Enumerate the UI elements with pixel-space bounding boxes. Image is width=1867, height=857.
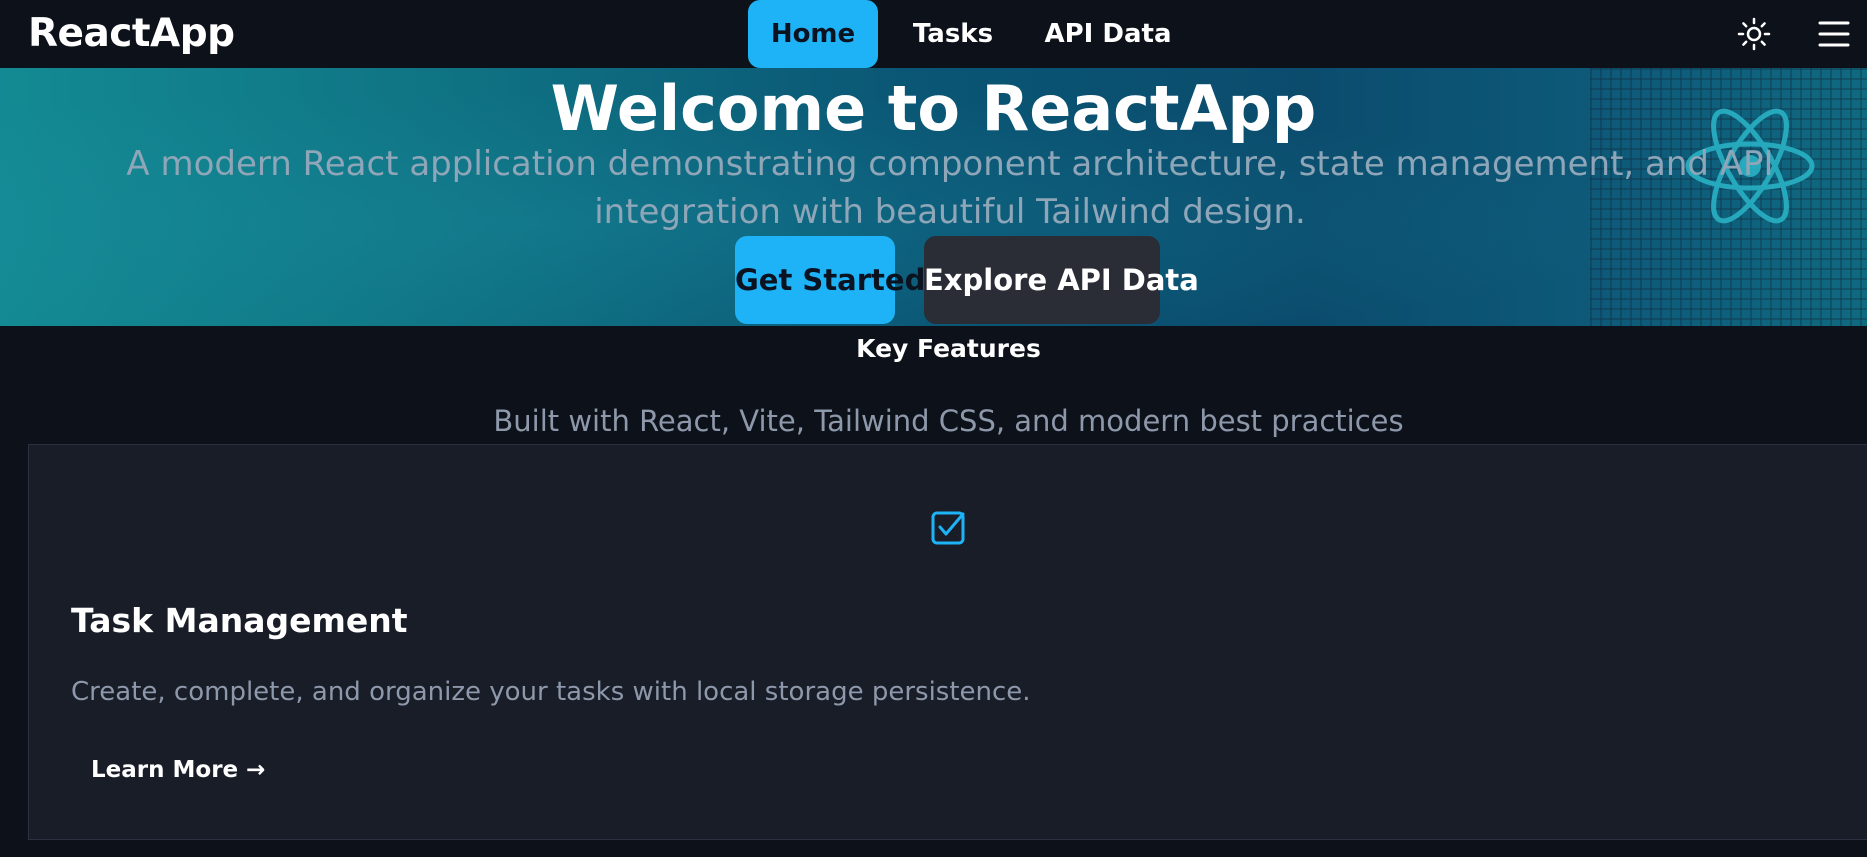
hero-title: Welcome to ReactApp: [550, 72, 1317, 145]
nav-link-home[interactable]: Home: [748, 0, 878, 68]
menu-button[interactable]: [1814, 14, 1854, 54]
card-title: Task Management: [71, 601, 408, 640]
get-started-button[interactable]: Get Started: [735, 236, 925, 324]
hamburger-menu-icon: [1818, 21, 1850, 47]
checkbox-icon: [931, 511, 965, 545]
learn-more-link[interactable]: Learn More →: [91, 757, 265, 783]
card-description: Create, complete, and organize your task…: [71, 677, 1031, 707]
sun-icon: [1737, 17, 1771, 51]
feature-card-task-management: Task Management Create, complete, and or…: [28, 444, 1867, 840]
navbar: ReactApp Home Tasks API Data: [0, 0, 1867, 68]
hero-subtitle: A modern React application demonstrating…: [126, 144, 1774, 232]
features-subtitle: Built with React, Vite, Tailwind CSS, an…: [493, 404, 1404, 438]
hero-section: Welcome to ReactApp A modern React appli…: [0, 68, 1867, 326]
theme-toggle-button[interactable]: [1734, 14, 1774, 54]
nav-link-tasks[interactable]: Tasks: [905, 0, 1001, 68]
explore-api-data-button[interactable]: Explore API Data: [924, 236, 1199, 324]
brand-logo[interactable]: ReactApp: [28, 11, 235, 56]
nav-link-api-data[interactable]: API Data: [1040, 0, 1176, 68]
features-title: Key Features: [856, 334, 1041, 363]
